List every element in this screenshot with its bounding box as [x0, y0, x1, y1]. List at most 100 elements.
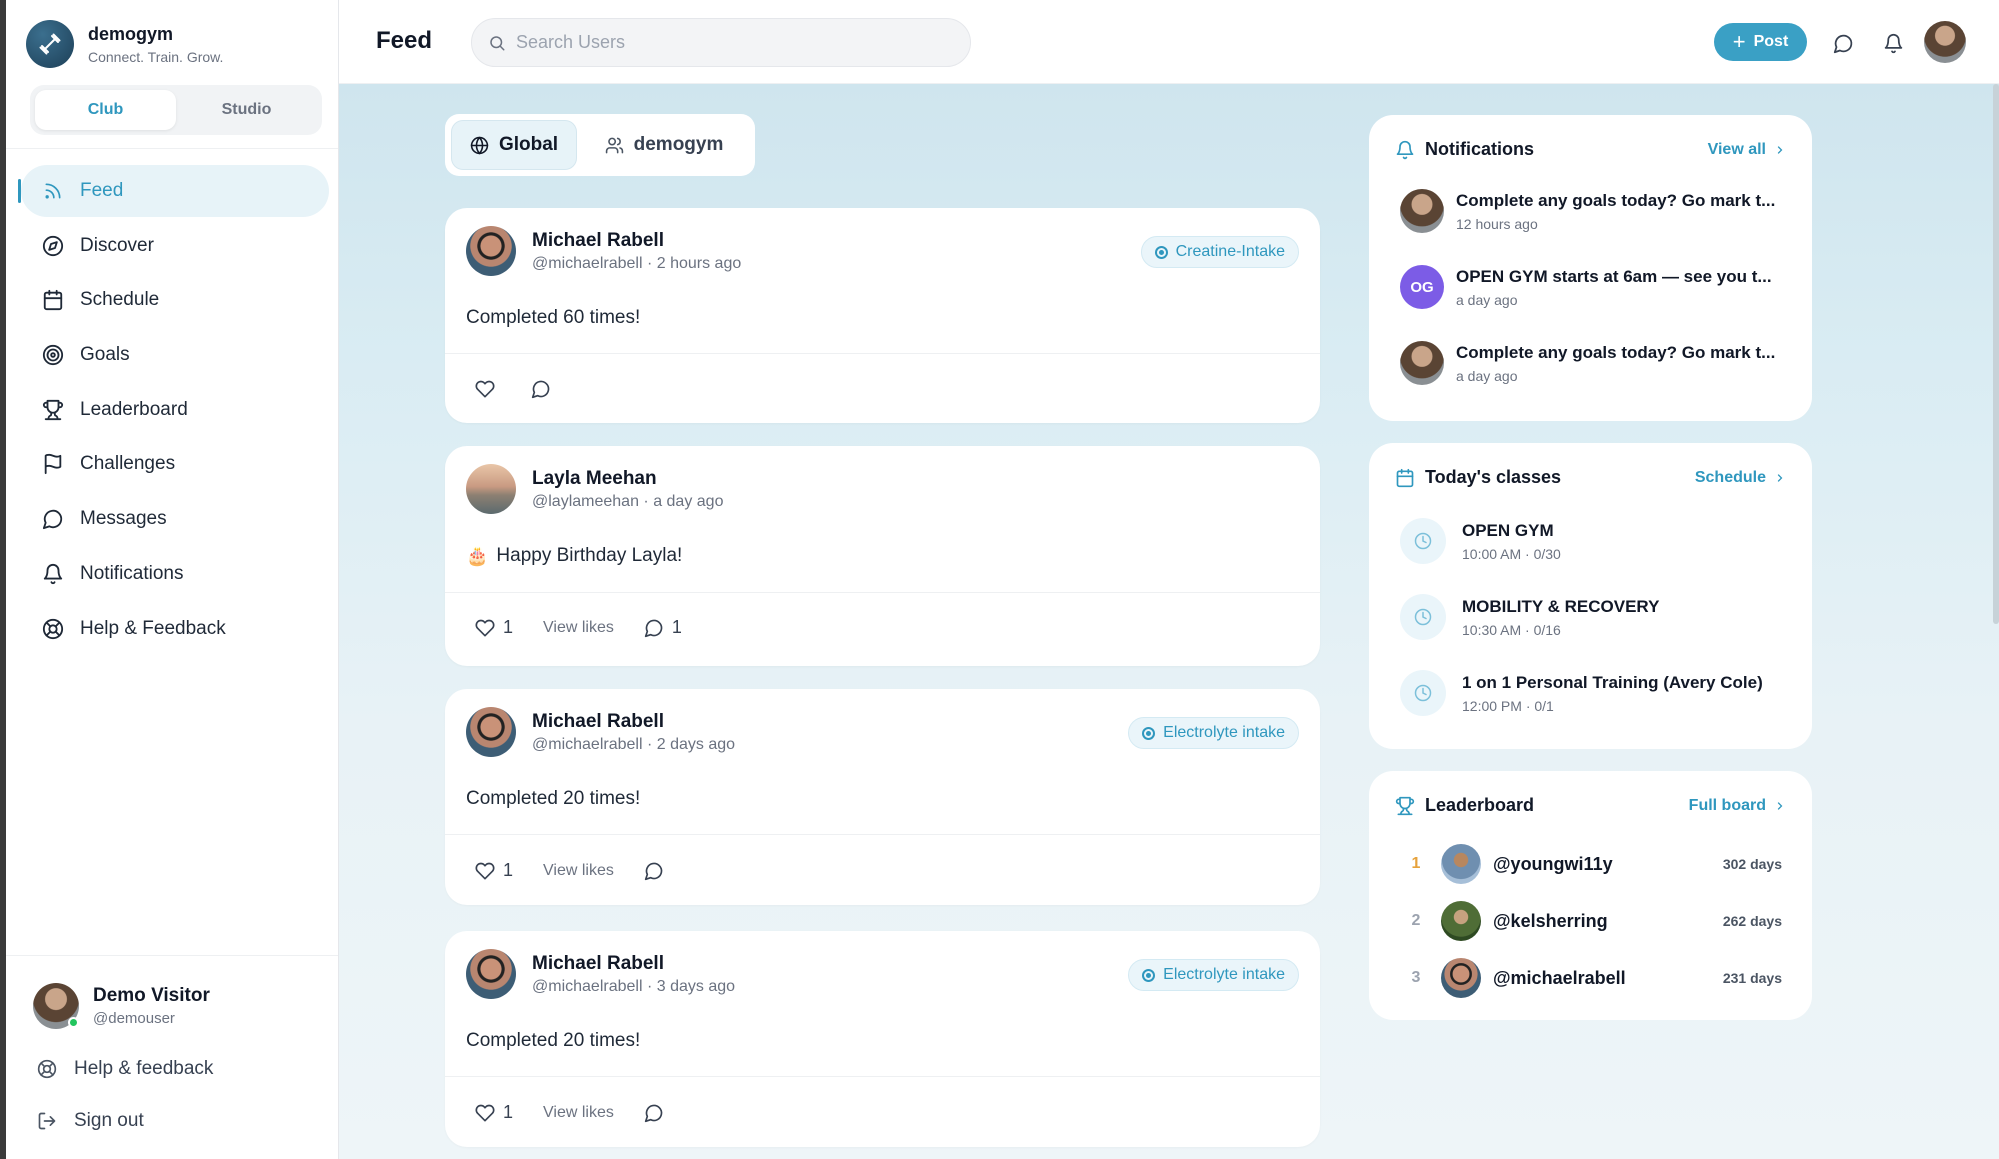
comment-button[interactable] — [644, 861, 664, 881]
avatar[interactable] — [466, 464, 516, 514]
notification-item[interactable]: Complete any goals today? Go mark t... a… — [1400, 341, 1775, 385]
trophy-icon — [41, 398, 65, 422]
clock-icon — [1400, 518, 1446, 564]
sidebar-item-help[interactable]: Help & Feedback — [21, 603, 329, 655]
target-icon — [41, 343, 65, 367]
class-item[interactable]: OPEN GYM 10:00 AM · 0/30 — [1400, 518, 1561, 564]
divider — [445, 1076, 1320, 1077]
view-likes-link[interactable]: View likes — [543, 619, 614, 637]
avatar — [1400, 341, 1444, 385]
avatar[interactable] — [466, 226, 516, 276]
sidebar-item-label: Notifications — [80, 562, 184, 584]
sidebar-item-messages[interactable]: Messages — [21, 493, 329, 545]
view-likes-link[interactable]: View likes — [543, 862, 614, 880]
leader-name: @youngwi11y — [1493, 853, 1613, 874]
notifications-panel: Notifications View all Complete any goal… — [1369, 115, 1812, 421]
avatar — [1400, 189, 1444, 233]
post-handle: @laylameehan — [532, 492, 639, 510]
notification-text: Complete any goals today? Go mark t... — [1456, 342, 1776, 362]
post-time: 2 hours ago — [656, 254, 742, 272]
feed-scope-switch: Global demogym — [445, 114, 755, 176]
lifebuoy-icon — [41, 617, 65, 641]
tab-global[interactable]: Global — [451, 120, 577, 170]
profile-avatar[interactable] — [1924, 21, 1966, 63]
post-author[interactable]: Michael Rabell — [532, 711, 735, 733]
sidebar-item-discover[interactable]: Discover — [21, 220, 329, 272]
sidebar-item-challenges[interactable]: Challenges — [21, 438, 329, 490]
avatar[interactable] — [466, 707, 516, 757]
full-board-link[interactable]: Full board — [1689, 797, 1786, 815]
leaderboard-row[interactable]: 3 @michaelrabell 231 days — [1407, 958, 1782, 998]
leaderboard-row[interactable]: 2 @kelsherring 262 days — [1407, 901, 1782, 941]
target-icon — [1142, 726, 1156, 740]
sidebar-item-label: Leaderboard — [80, 398, 188, 420]
messages-icon[interactable] — [1831, 31, 1855, 55]
avatar: OG — [1400, 265, 1444, 309]
goal-tag[interactable]: Electrolyte intake — [1128, 717, 1299, 749]
class-item[interactable]: 1 on 1 Personal Training (Avery Cole) 12… — [1400, 670, 1763, 716]
sidebar-item-goals[interactable]: Goals — [21, 329, 329, 381]
goal-tag[interactable]: Electrolyte intake — [1128, 959, 1299, 991]
sign-out-link[interactable]: Sign out — [36, 1110, 144, 1132]
class-detail: 10:00 AM · 0/30 — [1462, 545, 1561, 562]
view-likes-link[interactable]: View likes — [543, 1104, 614, 1122]
trophy-icon — [1395, 796, 1415, 816]
avatar[interactable] — [466, 949, 516, 999]
user-name: Demo Visitor — [93, 985, 210, 1006]
comment-button[interactable] — [531, 379, 551, 399]
post-body: Completed 20 times! — [466, 788, 641, 809]
comment-button[interactable] — [644, 1103, 664, 1123]
view-all-link[interactable]: View all — [1708, 141, 1786, 159]
brand[interactable]: demogym Connect. Train. Grow. — [26, 20, 223, 68]
chevron-right-icon — [1774, 800, 1786, 812]
class-name: MOBILITY & RECOVERY — [1462, 596, 1660, 616]
feed-post: Layla Meehan @laylameehan · a day ago 🎂 … — [445, 446, 1320, 666]
like-button[interactable] — [475, 379, 495, 399]
tab-demogym[interactable]: demogym — [581, 120, 747, 170]
post-body-text: Happy Birthday Layla! — [496, 545, 683, 566]
leaderboard-row[interactable]: 1 @youngwi11y 302 days — [1407, 844, 1782, 884]
notification-item[interactable]: Complete any goals today? Go mark t... 1… — [1400, 189, 1775, 233]
search-input[interactable] — [516, 32, 936, 53]
post-body: Completed 60 times! — [466, 307, 641, 328]
bell-icon[interactable] — [1881, 31, 1905, 55]
like-button[interactable]: 1 — [475, 617, 513, 638]
sidebar-item-label: Challenges — [80, 453, 176, 475]
post-author[interactable]: Layla Meehan — [532, 468, 723, 490]
schedule-link[interactable]: Schedule — [1695, 469, 1786, 487]
notification-time: a day ago — [1456, 291, 1518, 308]
toggle-club[interactable]: Club — [35, 90, 176, 130]
sidebar-nav: Feed Discover Schedule Goals Leaderboard… — [18, 165, 329, 657]
heart-icon — [475, 619, 495, 636]
class-item[interactable]: MOBILITY & RECOVERY 10:30 AM · 0/16 — [1400, 594, 1659, 640]
goal-tag[interactable]: Creatine-Intake — [1140, 236, 1299, 268]
comment-button[interactable]: 1 — [644, 617, 682, 638]
help-feedback-link[interactable]: Help & feedback — [36, 1058, 213, 1080]
sidebar-item-leaderboard[interactable]: Leaderboard — [21, 384, 329, 436]
like-button[interactable]: 1 — [475, 860, 513, 881]
post-handle: @michaelrabell — [532, 977, 643, 995]
sidebar-item-notifications[interactable]: Notifications — [21, 548, 329, 600]
feed-post: Michael Rabell @michaelrabell · 2 days a… — [445, 689, 1320, 905]
chat-icon — [644, 619, 663, 637]
toggle-studio[interactable]: Studio — [176, 90, 317, 130]
target-icon — [1142, 968, 1156, 982]
sidebar-item-label: Discover — [80, 234, 154, 256]
like-button[interactable]: 1 — [475, 1102, 513, 1123]
brand-tagline: Connect. Train. Grow. — [88, 48, 224, 65]
current-user[interactable]: Demo Visitor @demouser — [33, 983, 210, 1029]
post-time: 3 days ago — [656, 977, 736, 995]
chat-icon — [644, 1104, 663, 1122]
sidebar-item-feed[interactable]: Feed — [18, 165, 329, 217]
brand-name: demogym — [88, 23, 174, 44]
post-author[interactable]: Michael Rabell — [532, 230, 741, 252]
post-body: 🎂 Happy Birthday Layla! — [466, 545, 682, 567]
user-handle: @demouser — [93, 1010, 175, 1027]
scrollbar[interactable] — [1993, 84, 1999, 624]
post-author[interactable]: Michael Rabell — [532, 953, 735, 975]
sidebar-item-label: Help & Feedback — [80, 617, 226, 639]
notification-item[interactable]: OG OPEN GYM starts at 6am — see you t...… — [1400, 265, 1772, 309]
post-button[interactable]: + Post — [1714, 23, 1807, 61]
feed-post: Michael Rabell @michaelrabell · 3 days a… — [445, 931, 1320, 1147]
sidebar-item-schedule[interactable]: Schedule — [21, 274, 329, 326]
